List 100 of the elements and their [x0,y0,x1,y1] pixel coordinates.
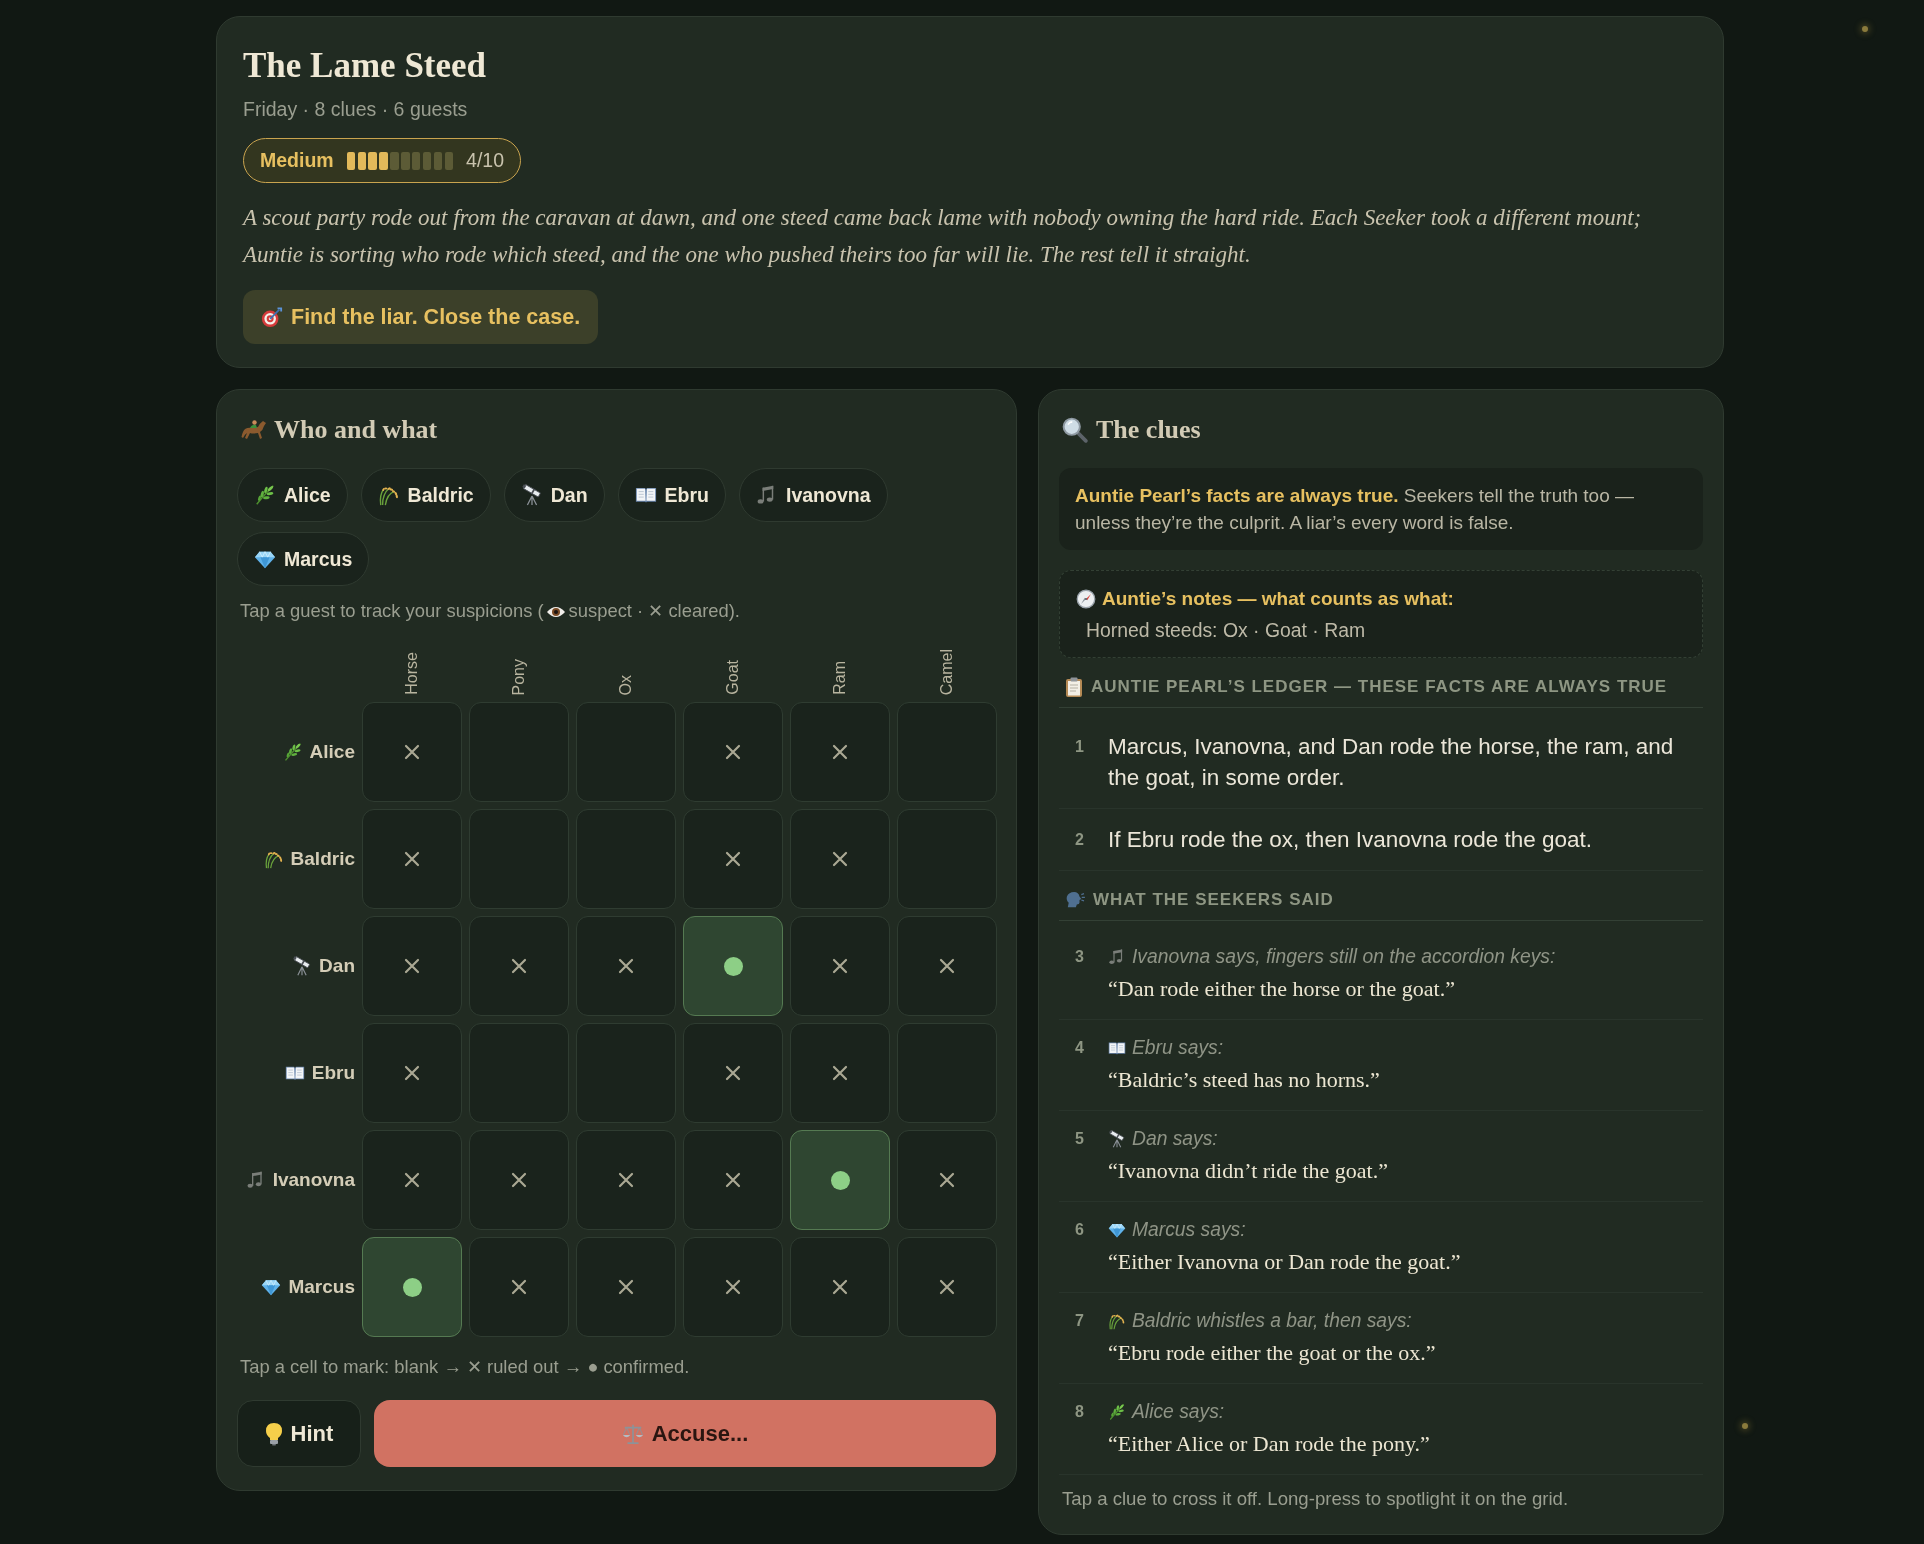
grid-cell[interactable] [576,916,676,1016]
grid-cell[interactable] [469,1237,569,1337]
eye-icon [545,605,566,619]
grid-cell[interactable] [790,1023,890,1123]
cross-icon [832,958,848,974]
speaker-line: Dan says: [1132,1127,1218,1151]
grid-cell[interactable] [683,1130,783,1230]
grid-cell[interactable] [897,916,997,1016]
cross-icon [404,744,420,760]
notes-title: Auntie’s notes — what counts as what: [1102,587,1454,611]
grid-cell[interactable] [469,1023,569,1123]
speaker-line: Alice says: [1132,1400,1225,1424]
grid-cell[interactable] [790,916,890,1016]
dot-icon [402,1277,422,1297]
clue-quote[interactable]: “Either Ivanovna or Dan rode the goat.” [1108,1247,1461,1277]
column-header: Ox [617,674,635,695]
grid-cell[interactable] [683,916,783,1016]
difficulty-reading: 4/10 [466,149,505,172]
grid-cell[interactable] [362,1130,462,1230]
cross-icon [832,1279,848,1295]
cross-icon [618,958,634,974]
grid-cell[interactable] [897,809,997,909]
grid-cell[interactable] [469,702,569,802]
grid-cell[interactable] [683,1023,783,1123]
grid-cell[interactable] [362,1237,462,1337]
cross-icon [404,958,420,974]
difficulty-label: Medium [260,149,334,172]
book-icon [284,1065,305,1081]
grid-cell[interactable] [683,1237,783,1337]
grid-cell[interactable] [683,809,783,909]
rules-note: Auntie Pearl’s facts are always true. Seekers tell the truth too — unless they’re the culprit. A liar’s every word is false. [1059,468,1703,550]
search-icon [1062,417,1088,443]
clue-quote[interactable]: “Ivanovna didn’t ride the goat.” [1108,1156,1388,1186]
notes-text: Horned steeds: Ox · Goat · Ram [1086,618,1366,643]
grid-cell[interactable] [790,1130,890,1230]
speaker-line: Marcus says: [1132,1218,1246,1242]
grid-cell[interactable] [576,1130,676,1230]
cross-icon [725,1065,741,1081]
grid-cell[interactable] [897,1237,997,1337]
wheat-icon [1108,1312,1126,1330]
grid-cell[interactable] [362,916,462,1016]
grid-cell[interactable] [576,1023,676,1123]
clue-quote[interactable]: “Ebru rode either the goat or the ox.” [1108,1338,1436,1368]
hint-text: Tap a cell to mark: blank → ✕ ruled out → ● confirmed. [239,1356,691,1378]
clue-number: 8 [1075,1402,1085,1422]
speaker-line: Baldric whistles a bar, then says: [1132,1309,1412,1333]
guest-chip[interactable]: Marcus [237,532,370,586]
grid-cell[interactable] [897,702,997,802]
clue-text[interactable]: Marcus, Ivanovna, and Dan rode the horse, the ram, and the goat, in some order. [1108,731,1687,793]
row-label: Alice [309,741,355,763]
telescope-icon [1108,1130,1126,1148]
grid-cell[interactable] [576,809,676,909]
grid-cell[interactable] [362,1023,462,1123]
grid-cell[interactable] [790,1237,890,1337]
clue-quote[interactable]: “Dan rode either the horse or the goat.” [1108,974,1556,1004]
grid-cell[interactable] [897,1130,997,1230]
section-heading: WHAT THE SEEKERS SAID [1093,889,1334,911]
grid-cell[interactable] [362,809,462,909]
cross-icon [404,851,420,867]
herb-icon [254,484,276,506]
row-label: Ivanovna [272,1169,355,1191]
clue-number: 1 [1075,737,1085,757]
grid-cell[interactable] [469,809,569,909]
grid-cell[interactable] [683,702,783,802]
grid-cell[interactable] [790,809,890,909]
grid-cell[interactable] [576,1237,676,1337]
cross-icon [725,1279,741,1295]
gem-icon [261,1277,282,1297]
guest-chip[interactable]: Ebru [617,468,726,522]
grid-cell[interactable] [576,702,676,802]
column-header: Camel [938,648,956,695]
panel-title: The clues [1096,415,1201,445]
dot-icon [723,956,743,976]
goal-text: Find the liar. Close the case. [291,304,581,330]
wheat-icon [377,484,400,506]
footer-hint: Tap a clue to cross it off. Long-press to spotlight it on the grid. [1061,1488,1570,1510]
grid-cell[interactable] [362,702,462,802]
wheat-icon [263,849,284,869]
guest-chip[interactable]: Alice [237,468,348,522]
case-story: A scout party rode out from the caravan at dawn, and one steed came back lame with nobody owning the hard ride. Each Seeker took a different mount; Auntie is sorting who rode which steed, and the one who pushed theirs too far will lie. The rest tell it straight. [243,204,1643,269]
clue-quote[interactable]: “Either Alice or Dan rode the pony.” [1108,1429,1430,1459]
grid-cell[interactable] [469,916,569,1016]
cross-icon [725,851,741,867]
cross-icon [939,1279,955,1295]
guest-chip[interactable]: Dan [503,468,605,522]
accuse-button[interactable]: Accuse... [374,1400,996,1467]
grid-cell[interactable] [897,1023,997,1123]
speaker-line: Ebru says: [1132,1036,1224,1060]
grid-cell[interactable] [469,1130,569,1230]
clue-text[interactable]: If Ebru rode the ox, then Ivanovna rode the goat. [1108,824,1593,855]
column-header: Horse [403,652,421,695]
hint-button[interactable]: Hint [237,1400,361,1467]
hint-text: Tap a guest to track your suspicions ( [240,600,544,621]
horse-icon [240,418,268,442]
clue-quote[interactable]: “Baldric’s steed has no horns.” [1108,1065,1380,1095]
clue-number: 3 [1075,947,1085,967]
guest-chip[interactable]: Ivanovna [739,468,888,522]
cross-icon [511,958,527,974]
guest-chip[interactable]: Baldric [360,468,491,522]
grid-cell[interactable] [790,702,890,802]
